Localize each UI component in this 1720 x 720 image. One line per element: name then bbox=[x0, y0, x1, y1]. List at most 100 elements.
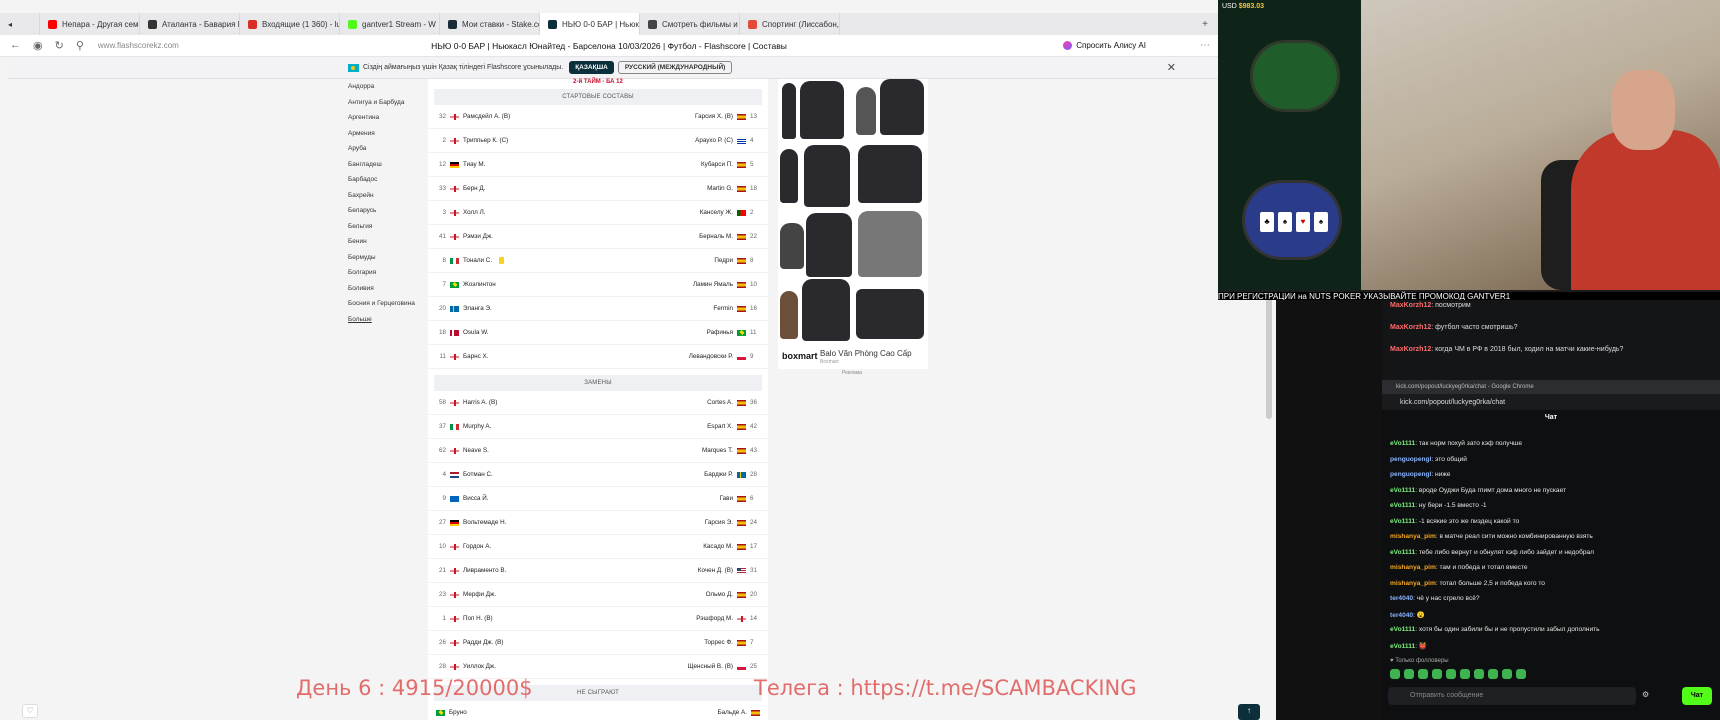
browser-tab[interactable]: НЬЮ 0-0 БАР | Ньюкас× bbox=[540, 13, 640, 35]
flag-icon bbox=[450, 305, 459, 312]
chat-username[interactable]: MaxKorzh12 bbox=[1390, 346, 1431, 353]
player-row[interactable]: 41 Рэмзи Дж. Берналь М. 22 bbox=[428, 225, 768, 249]
player-row[interactable]: 8 Тонали С. Педри 8 bbox=[428, 249, 768, 273]
emote-icon[interactable] bbox=[1432, 669, 1442, 679]
reload-icon[interactable]: ↻ bbox=[55, 39, 64, 52]
browser-tab[interactable]: Входящие (1 360) - lucky× bbox=[240, 13, 340, 35]
chat-text: : тотал больше 2,5 и победа кого то bbox=[1435, 579, 1545, 587]
player-row[interactable]: 27 Вольтемаде Н. Гарсия Э. 24 bbox=[428, 511, 768, 535]
chat-username[interactable]: eVo1111 bbox=[1390, 518, 1415, 525]
alice-button[interactable]: Спросить Алису AI bbox=[1063, 41, 1146, 50]
browser-tab[interactable]: Смотреть фильмы и сер× bbox=[640, 13, 740, 35]
country-item[interactable]: Армения bbox=[348, 126, 428, 142]
player-row[interactable]: 33 Берн Д. Martin G. 18 bbox=[428, 177, 768, 201]
more-countries-link[interactable]: Больше bbox=[348, 312, 428, 328]
send-chat-button[interactable]: Чат bbox=[1682, 687, 1712, 705]
chat-username[interactable]: eVo1111 bbox=[1390, 487, 1415, 494]
player-row[interactable]: 10 Гордон А. Касадо М. 17 bbox=[428, 535, 768, 559]
browser-tab[interactable]: Непара - Другая семья (× bbox=[40, 13, 140, 35]
emote-icon[interactable] bbox=[1404, 669, 1414, 679]
browser-tab[interactable]: Мои ставки - Stake.com× bbox=[440, 13, 540, 35]
player-row[interactable]: 58 Harris A. (В) Cortes A. 36 bbox=[428, 391, 768, 415]
country-item[interactable]: Антигуа и Барбуда bbox=[348, 95, 428, 111]
player-row[interactable]: 2 Триппьер К. (С) Араухо Р. (С) 4 bbox=[428, 129, 768, 153]
media-icon[interactable]: ◂ bbox=[0, 13, 40, 35]
chat-message: eVo1111: вроде Оуджи Буда гпимт дома мно… bbox=[1390, 487, 1566, 494]
player-row[interactable]: 18 Osula W. Рафинья 11 bbox=[428, 321, 768, 345]
country-item[interactable]: Аргентина bbox=[348, 110, 428, 126]
country-item[interactable]: Беларусь bbox=[348, 203, 428, 219]
url-field[interactable]: www.flashscorekz.com bbox=[98, 41, 179, 50]
chat-username[interactable]: eVo1111 bbox=[1390, 549, 1415, 556]
emote-bar[interactable] bbox=[1390, 669, 1526, 679]
favorite-icon[interactable]: ♡ bbox=[22, 704, 38, 718]
kazakh-language-button[interactable]: ҚАЗАҚША bbox=[569, 61, 614, 74]
back-icon[interactable]: ← bbox=[10, 39, 21, 52]
browser-tab[interactable]: Спортинг (Лиссабон, Пор× bbox=[740, 13, 840, 35]
player-row[interactable]: 26 Радди Дж. (В) Торрес Ф. 7 bbox=[428, 631, 768, 655]
chat-username[interactable]: penguopengl bbox=[1390, 456, 1431, 463]
chat-username[interactable]: MaxKorzh12 bbox=[1390, 302, 1431, 309]
browser-tab[interactable]: Аталанта - Бавария Мюн× bbox=[140, 13, 240, 35]
close-icon[interactable]: ✕ bbox=[1167, 61, 1176, 74]
country-item[interactable]: Андорра bbox=[348, 79, 428, 95]
chat-username[interactable]: mishanya_pim bbox=[1390, 580, 1436, 587]
player-row[interactable]: 7 Жоэлинтон Ламин Ямаль 10 bbox=[428, 273, 768, 297]
player-row[interactable]: 23 Мерфи Дж. Ольмо Д. 20 bbox=[428, 583, 768, 607]
country-item[interactable]: Бахрейн bbox=[348, 188, 428, 204]
country-item[interactable]: Барбадос bbox=[348, 172, 428, 188]
backpack-image bbox=[880, 79, 924, 135]
player-row[interactable]: 62 Neave S. Marques T. 43 bbox=[428, 439, 768, 463]
player-row[interactable]: 12 Тиау М. Кубарси П. 5 bbox=[428, 153, 768, 177]
emote-icon[interactable] bbox=[1516, 669, 1526, 679]
player-row[interactable]: 37 Murphy A. Espart X. 42 bbox=[428, 415, 768, 439]
country-item[interactable]: Боливия bbox=[348, 281, 428, 297]
country-item[interactable]: Бангладеш bbox=[348, 157, 428, 173]
emote-icon[interactable] bbox=[1474, 669, 1484, 679]
substitutes-header: ЗАМЕНЫ bbox=[434, 375, 762, 391]
chat-input[interactable]: Отправить сообщение bbox=[1388, 687, 1636, 705]
player-row[interactable]: 9 Висса Й. Гави 6 bbox=[428, 487, 768, 511]
chat-username[interactable]: ter4040 bbox=[1390, 612, 1413, 619]
chat-username[interactable]: penguopengl bbox=[1390, 471, 1431, 478]
emote-icon[interactable] bbox=[1460, 669, 1470, 679]
player-row[interactable]: 20 Элангa Э. Fermin 16 bbox=[428, 297, 768, 321]
emote-icon[interactable] bbox=[1502, 669, 1512, 679]
player-row[interactable]: 4 Ботман С. Барджи Р. 28 bbox=[428, 463, 768, 487]
player-row[interactable]: 1 Поп Н. (В) Рэшфорд М. 14 bbox=[428, 607, 768, 631]
chat-settings-icon[interactable]: ⚙ bbox=[1642, 690, 1653, 699]
country-item[interactable]: Бенин bbox=[348, 234, 428, 250]
player-row[interactable]: 3 Холл Л. Канселу Ж. 2 bbox=[428, 201, 768, 225]
add-tab-button[interactable]: + bbox=[1202, 19, 1208, 30]
advertisement[interactable]: boxmart Balo Văn Phòng Cao Cấp Boxmart bbox=[778, 79, 928, 369]
country-item[interactable]: Босния и Герцеговина bbox=[348, 296, 428, 312]
scroll-top-button[interactable]: ↑ bbox=[1238, 704, 1260, 720]
missing-row[interactable]: Бруно Бальде А. bbox=[428, 701, 768, 720]
profile-icon[interactable]: ◉ bbox=[33, 39, 43, 52]
chat-username[interactable]: mishanya_pim bbox=[1390, 564, 1436, 571]
emote-icon[interactable] bbox=[1390, 669, 1400, 679]
russian-language-button[interactable]: РУССКИЙ (МЕЖДУНАРОДНЫЙ) bbox=[617, 61, 733, 74]
chat-username[interactable]: eVo1111 bbox=[1390, 440, 1415, 447]
chat-username[interactable]: eVo1111 bbox=[1390, 643, 1415, 650]
chat-username[interactable]: ter4040 bbox=[1390, 595, 1413, 602]
chat-username[interactable]: eVo1111 bbox=[1390, 502, 1415, 509]
chat-username[interactable]: mishanya_pim bbox=[1390, 533, 1436, 540]
away-player: Педри 8 bbox=[598, 257, 760, 264]
chat-username[interactable]: eVo1111 bbox=[1390, 626, 1415, 633]
emote-icon[interactable] bbox=[1418, 669, 1428, 679]
player-row[interactable]: 21 Ливраменто В. Кочен Д. (В) 31 bbox=[428, 559, 768, 583]
country-item[interactable]: Болгария bbox=[348, 265, 428, 281]
player-row[interactable]: 11 Барнс Х. Левандовски Р. 9 bbox=[428, 345, 768, 369]
browser-tab[interactable]: gantver1 Stream - W× bbox=[340, 13, 440, 35]
chat-title: Чат bbox=[1544, 414, 1558, 421]
country-item[interactable]: Бельгия bbox=[348, 219, 428, 235]
emote-icon[interactable] bbox=[1446, 669, 1456, 679]
player-row[interactable]: 32 Рамсдейл А. (В) Гарсия Х. (В) 13 bbox=[428, 105, 768, 129]
chat-username[interactable]: MaxKorzh12 bbox=[1390, 324, 1431, 331]
country-item[interactable]: Бермуды bbox=[348, 250, 428, 266]
menu-icon[interactable]: ⋯ bbox=[1200, 40, 1210, 51]
country-item[interactable]: Аруба bbox=[348, 141, 428, 157]
kazakhstan-flag-icon bbox=[348, 63, 359, 72]
emote-icon[interactable] bbox=[1488, 669, 1498, 679]
